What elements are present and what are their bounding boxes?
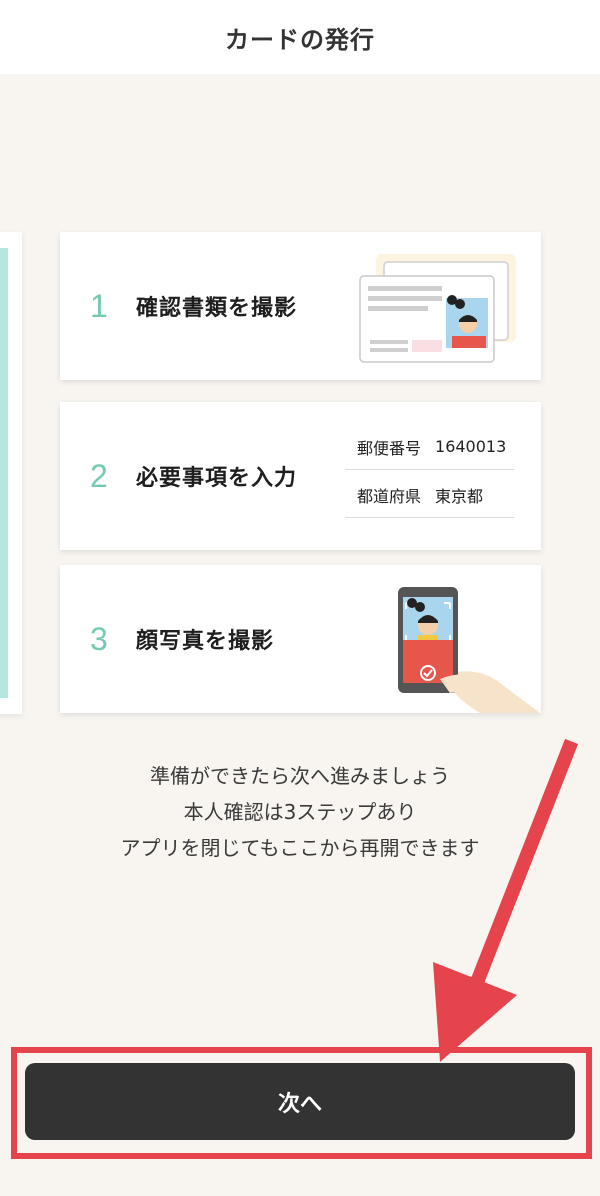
step-card-2: 2 必要事項を入力 郵便番号 1640013 都道府県 東京都 bbox=[60, 402, 541, 550]
message-line: アプリを閉じてもここから再開できます bbox=[120, 836, 480, 860]
step-label: 顔写真を撮影 bbox=[136, 629, 275, 654]
message-line: 本人確認は3ステップあり bbox=[183, 800, 417, 824]
step-card-3: 3 顔写真を撮影 bbox=[60, 565, 541, 713]
next-button[interactable]: 次へ bbox=[25, 1063, 575, 1140]
form-label: 郵便番号 bbox=[357, 438, 422, 458]
form-row-postal-code: 郵便番号 1640013 bbox=[345, 424, 515, 470]
id-card-illustration-icon bbox=[359, 254, 516, 363]
previous-card-accent bbox=[0, 248, 8, 698]
form-value: 東京都 bbox=[435, 486, 484, 506]
form-value: 1640013 bbox=[435, 437, 507, 456]
step-number: 3 bbox=[90, 620, 108, 657]
form-row-prefecture: 都道府県 東京都 bbox=[345, 472, 515, 518]
header: カードの発行 bbox=[0, 0, 600, 74]
step-label: 必要事項を入力 bbox=[136, 466, 298, 491]
page-title: カードの発行 bbox=[225, 25, 375, 54]
step-card-1: 1 確認書類を撮影 bbox=[60, 232, 541, 380]
step-label: 確認書類を撮影 bbox=[136, 296, 298, 321]
form-label: 都道府県 bbox=[357, 486, 422, 506]
selfie-phone-illustration-icon bbox=[398, 587, 540, 713]
previous-card-peek bbox=[0, 232, 22, 714]
message-line: 準備ができたら次へ進みましょう bbox=[150, 764, 450, 788]
step-number: 2 bbox=[90, 457, 108, 494]
instruction-message: 準備ができたら次へ進みましょう 本人確認は3ステップあり アプリを閉じてもここか… bbox=[0, 758, 600, 866]
step-number: 1 bbox=[90, 287, 108, 324]
